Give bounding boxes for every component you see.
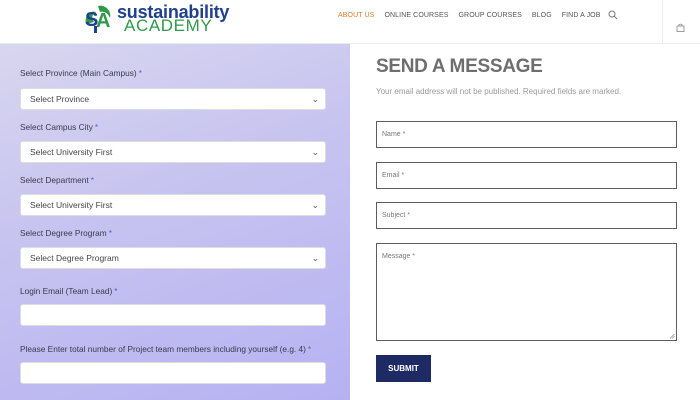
form-title: SEND A MESSAGE bbox=[376, 56, 543, 77]
nav-group-courses[interactable]: GROUP COURSES bbox=[459, 12, 522, 19]
chevron-down-icon: ⌄ bbox=[311, 253, 319, 263]
resize-grip-icon[interactable] bbox=[669, 333, 675, 339]
name-field[interactable]: Name * bbox=[376, 121, 677, 148]
department-label: Select Department * bbox=[20, 175, 94, 185]
message-field[interactable]: Message * bbox=[376, 243, 677, 341]
degree-program-label: Select Degree Program * bbox=[20, 228, 112, 238]
province-select[interactable]: Select Province ⌄ bbox=[20, 88, 326, 110]
degree-program-select[interactable]: Select Degree Program ⌄ bbox=[20, 247, 326, 269]
header-divider bbox=[662, 0, 663, 44]
team-members-input[interactable] bbox=[20, 362, 326, 384]
nav-online-courses[interactable]: ONLINE COURSES bbox=[384, 12, 448, 19]
logo-text-secondary: ACADEMY bbox=[124, 16, 213, 35]
campus-city-select[interactable]: Select University First ⌄ bbox=[20, 141, 326, 163]
department-select[interactable]: Select University First ⌄ bbox=[20, 194, 326, 216]
logo-mark-icon: S A bbox=[85, 5, 110, 33]
site-header: S A sustainability ACADEMY ABOUT US ONLI… bbox=[0, 0, 700, 44]
email-field[interactable]: Email * bbox=[376, 162, 677, 189]
login-email-label: Login Email (Team Lead) * bbox=[20, 286, 118, 296]
subject-field[interactable]: Subject * bbox=[376, 202, 677, 229]
site-logo[interactable]: S A sustainability ACADEMY bbox=[82, 2, 229, 36]
svg-text:A: A bbox=[96, 10, 110, 32]
team-members-label: Please Enter total number of Project tea… bbox=[20, 344, 312, 354]
nav-find-a-job[interactable]: FIND A JOB bbox=[562, 12, 601, 19]
form-note: Your email address will not be published… bbox=[376, 87, 622, 96]
search-icon[interactable] bbox=[608, 10, 618, 20]
campus-city-label: Select Campus City * bbox=[20, 122, 99, 132]
nav-about-us[interactable]: ABOUT US bbox=[338, 12, 374, 19]
bag-icon[interactable] bbox=[676, 23, 685, 32]
province-label: Select Province (Main Campus) * bbox=[20, 68, 142, 78]
chevron-down-icon: ⌄ bbox=[311, 94, 319, 104]
chevron-down-icon: ⌄ bbox=[311, 147, 319, 157]
main-nav: ABOUT US ONLINE COURSES GROUP COURSES BL… bbox=[338, 12, 611, 19]
login-email-input[interactable] bbox=[20, 304, 326, 326]
nav-blog[interactable]: BLOG bbox=[532, 12, 552, 19]
chevron-down-icon: ⌄ bbox=[311, 200, 319, 210]
submit-button[interactable]: SUBMIT bbox=[376, 355, 431, 382]
message-placeholder: Message * bbox=[382, 253, 416, 260]
